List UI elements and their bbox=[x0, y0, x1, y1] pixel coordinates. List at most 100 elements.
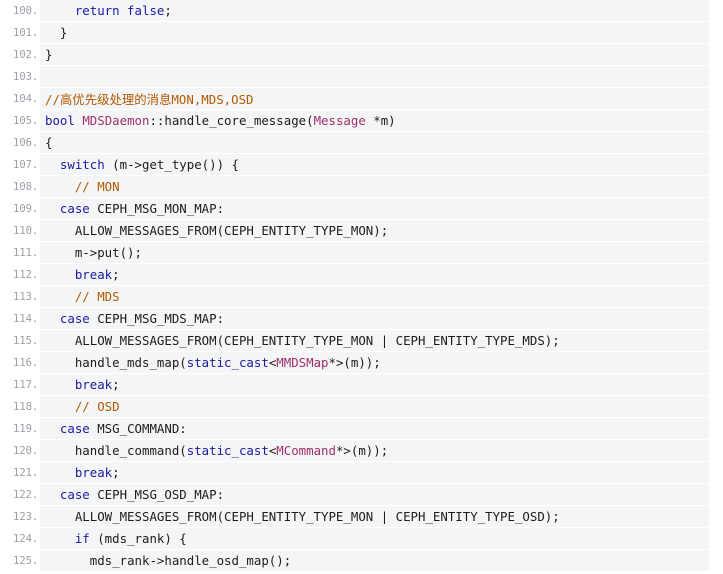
line-number: 107. bbox=[0, 154, 40, 175]
code-token: ALLOW_MESSAGES_FROM(CEPH_ENTITY_TYPE_MON… bbox=[74, 509, 560, 524]
line-number: 111. bbox=[0, 242, 40, 263]
line-number: 125. bbox=[0, 550, 40, 571]
code-text: ALLOW_MESSAGES_FROM(CEPH_ENTITY_TYPE_MON… bbox=[40, 506, 709, 527]
code-text: case CEPH_MSG_MON_MAP: bbox=[40, 198, 709, 219]
code-line: 105. bool MDSDaemon::handle_core_message(… bbox=[0, 110, 723, 132]
line-number: 100. bbox=[0, 0, 40, 21]
code-text: ALLOW_MESSAGES_FROM(CEPH_ENTITY_TYPE_MON… bbox=[40, 220, 709, 241]
code-text: switch (m->get_type()) { bbox=[40, 154, 709, 175]
code-text: case CEPH_MSG_OSD_MAP: bbox=[40, 484, 709, 505]
code-line: 101. } bbox=[0, 22, 723, 44]
code-line: 108. // MON bbox=[0, 176, 723, 198]
code-token: ; bbox=[112, 267, 120, 282]
code-text: // OSD bbox=[40, 396, 709, 417]
code-token: static_cast bbox=[186, 443, 269, 458]
code-token: m->put(); bbox=[74, 245, 142, 260]
code-line: 118. // OSD bbox=[0, 396, 723, 418]
code-line: 115. ALLOW_MESSAGES_FROM(CEPH_ENTITY_TYP… bbox=[0, 330, 723, 352]
code-text: break; bbox=[40, 462, 709, 483]
code-token: } bbox=[59, 25, 68, 40]
code-line: 103. bbox=[0, 66, 723, 88]
code-line: 116. handle_mds_map(static_cast < MMDSMap *… bbox=[0, 352, 723, 374]
code-line: 112. break; bbox=[0, 264, 723, 286]
code-token: < bbox=[268, 443, 277, 458]
line-number: 102. bbox=[0, 44, 40, 65]
code-block: 100. return false; 101. } 102.} 103. 104.//高… bbox=[0, 0, 723, 574]
line-number: 104. bbox=[0, 88, 40, 109]
code-token: // OSD bbox=[74, 399, 120, 414]
code-token: ; bbox=[112, 377, 120, 392]
line-number: 119. bbox=[0, 418, 40, 439]
code-token: mds_rank->handle_osd_map(); bbox=[89, 553, 292, 568]
code-line: 110. ALLOW_MESSAGES_FROM(CEPH_ENTITY_TYP… bbox=[0, 220, 723, 242]
code-token: switch bbox=[59, 157, 105, 172]
code-token: break bbox=[74, 267, 113, 282]
code-token: //高优先级处理的消息MON,MDS,OSD bbox=[45, 91, 254, 107]
code-token: ::handle_core_message( bbox=[149, 113, 314, 128]
code-text: bool MDSDaemon::handle_core_message(Mess… bbox=[40, 110, 709, 131]
code-token: *>(m)); bbox=[328, 355, 381, 370]
code-text bbox=[40, 66, 709, 87]
code-line: 106. { bbox=[0, 132, 723, 154]
code-line: 100. return false; bbox=[0, 0, 723, 22]
code-line: 114. case CEPH_MSG_MDS_MAP: bbox=[0, 308, 723, 330]
code-line: 109. case CEPH_MSG_MON_MAP: bbox=[0, 198, 723, 220]
code-line: 122. case CEPH_MSG_OSD_MAP: bbox=[0, 484, 723, 506]
code-line: 102.} bbox=[0, 44, 723, 66]
code-text: //高优先级处理的消息MON,MDS,OSD bbox=[40, 88, 709, 109]
code-text: // MON bbox=[40, 176, 709, 197]
code-token: // MON bbox=[74, 179, 120, 194]
code-token: case bbox=[59, 201, 90, 216]
line-number: 109. bbox=[0, 198, 40, 219]
code-text: if (mds_rank) { bbox=[40, 528, 709, 549]
code-token: CEPH_MSG_MDS_MAP: bbox=[89, 311, 225, 326]
code-token: // MDS bbox=[74, 289, 120, 304]
code-line: 111. m->put(); bbox=[0, 242, 723, 264]
code-text: m->put(); bbox=[40, 242, 709, 263]
code-token: { bbox=[45, 135, 53, 150]
code-token: CEPH_MSG_OSD_MAP: bbox=[89, 487, 225, 502]
code-text: ALLOW_MESSAGES_FROM(CEPH_ENTITY_TYPE_MON… bbox=[40, 330, 709, 351]
code-token: handle_command( bbox=[74, 443, 187, 458]
code-text: } bbox=[40, 22, 709, 43]
code-token: bool bbox=[45, 113, 75, 128]
code-token: (m->get_type()) { bbox=[104, 157, 239, 172]
code-text: mds_rank->handle_osd_map(); bbox=[40, 550, 709, 571]
code-token: return false bbox=[74, 3, 165, 18]
code-line: 125. mds_rank->handle_osd_map(); bbox=[0, 550, 723, 572]
code-line: 107. switch (m->get_type()) { bbox=[0, 154, 723, 176]
code-token: MCommand bbox=[276, 443, 336, 458]
code-token: } bbox=[45, 47, 53, 62]
code-text: } bbox=[40, 44, 709, 65]
code-token: Message bbox=[313, 113, 366, 128]
line-number: 112. bbox=[0, 264, 40, 285]
line-number: 120. bbox=[0, 440, 40, 461]
code-token: < bbox=[268, 355, 277, 370]
line-number: 117. bbox=[0, 374, 40, 395]
code-text: break; bbox=[40, 264, 709, 285]
line-number: 101. bbox=[0, 22, 40, 43]
code-text: { bbox=[40, 132, 709, 153]
code-text: case CEPH_MSG_MDS_MAP: bbox=[40, 308, 709, 329]
code-token: case bbox=[59, 421, 90, 436]
line-number: 123. bbox=[0, 506, 40, 527]
code-token: CEPH_MSG_MON_MAP: bbox=[89, 201, 225, 216]
code-token: ; bbox=[112, 465, 120, 480]
code-token: ALLOW_MESSAGES_FROM(CEPH_ENTITY_TYPE_MON… bbox=[74, 223, 389, 238]
code-line: 124. if (mds_rank) { bbox=[0, 528, 723, 550]
code-token: MDSDaemon bbox=[82, 113, 150, 128]
